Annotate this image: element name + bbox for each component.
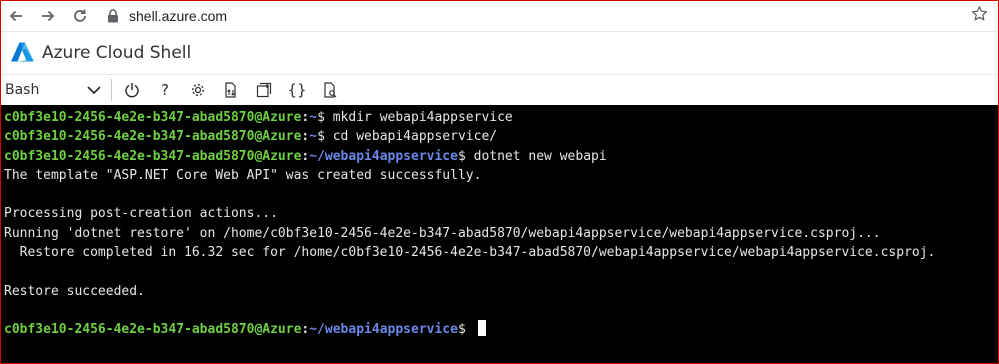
command-text: $ dotnet new webapi <box>457 148 607 164</box>
terminal-cursor <box>477 320 486 337</box>
terminal-line: c0bf3e10-2456-4e2e-b347-abad5870@Azure:~… <box>4 129 498 145</box>
app-title: Azure Cloud Shell <box>42 43 192 63</box>
output-text: Processing post-creation actions... <box>4 206 278 222</box>
editor-braces-icon[interactable]: {} <box>283 77 311 103</box>
output-text: Running 'dotnet restore' on /home/c0bf3e… <box>4 225 881 241</box>
star-icon[interactable] <box>971 5 988 27</box>
app-header: Azure Cloud Shell <box>1 31 998 74</box>
azure-logo <box>11 42 34 62</box>
web-preview-icon[interactable] <box>316 77 344 103</box>
prompt-path: ~ <box>309 129 318 145</box>
command-text: $ cd webapi4appservice/ <box>317 129 498 145</box>
cloud-shell-toolbar: Bash ? {} <box>1 74 998 105</box>
settings-icon[interactable] <box>184 77 212 103</box>
terminal-line: c0bf3e10-2456-4e2e-b347-abad5870@Azure:~… <box>4 148 607 164</box>
command-text: $ <box>457 322 474 338</box>
prompt-user: c0bf3e10-2456-4e2e-b347-abad5870@Azure <box>4 110 302 125</box>
output-text: Restore completed in 16.32 sec for /home… <box>4 245 936 261</box>
shell-type-select[interactable]: Bash <box>1 77 105 103</box>
terminal-line: c0bf3e10-2456-4e2e-b347-abad5870@Azure:~… <box>4 320 998 339</box>
shell-type-label: Bash <box>5 82 40 98</box>
toolbar-divider <box>111 79 112 101</box>
terminal-line: Restore completed in 16.32 sec for /home… <box>4 243 998 262</box>
terminal-output[interactable]: c0bf3e10-2456-4e2e-b347-abad5870@Azure:~… <box>1 105 998 363</box>
output-text: The template "ASP.NET Core Web API" was … <box>4 167 482 183</box>
terminal-line: c0bf3e10-2456-4e2e-b347-abad5870@Azure:~… <box>4 110 513 125</box>
new-session-icon[interactable] <box>250 77 278 103</box>
terminal-line: Running 'dotnet restore' on /home/c0bf3e… <box>4 224 998 243</box>
reload-icon[interactable] <box>69 5 91 27</box>
back-arrow-icon[interactable] <box>5 5 27 27</box>
upload-download-icon[interactable] <box>217 77 245 103</box>
terminal-line: The template "ASP.NET Core Web API" was … <box>4 166 998 185</box>
prompt-user: c0bf3e10-2456-4e2e-b347-abad5870@Azure <box>4 129 302 145</box>
address-bar-url[interactable]: shell.azure.com <box>129 8 227 24</box>
prompt-user: c0bf3e10-2456-4e2e-b347-abad5870@Azure <box>4 322 302 338</box>
prompt-path: ~ <box>309 110 318 125</box>
chevron-down-icon <box>87 86 101 95</box>
lock-icon[interactable] <box>105 8 121 24</box>
browser-toolbar: shell.azure.com <box>1 1 998 31</box>
terminal-line: Restore succeeded. <box>4 282 998 301</box>
prompt-path: ~/webapi4appservice <box>309 322 458 338</box>
forward-arrow-icon[interactable] <box>37 5 59 27</box>
prompt-path: ~/webapi4appservice <box>309 148 458 164</box>
output-text: Restore succeeded. <box>4 283 145 299</box>
power-icon[interactable] <box>118 77 146 103</box>
help-icon[interactable]: ? <box>151 77 179 103</box>
terminal-line: Processing post-creation actions... <box>4 204 998 223</box>
command-text: $ mkdir webapi4appservice <box>317 110 513 125</box>
prompt-user: c0bf3e10-2456-4e2e-b347-abad5870@Azure <box>4 148 302 164</box>
